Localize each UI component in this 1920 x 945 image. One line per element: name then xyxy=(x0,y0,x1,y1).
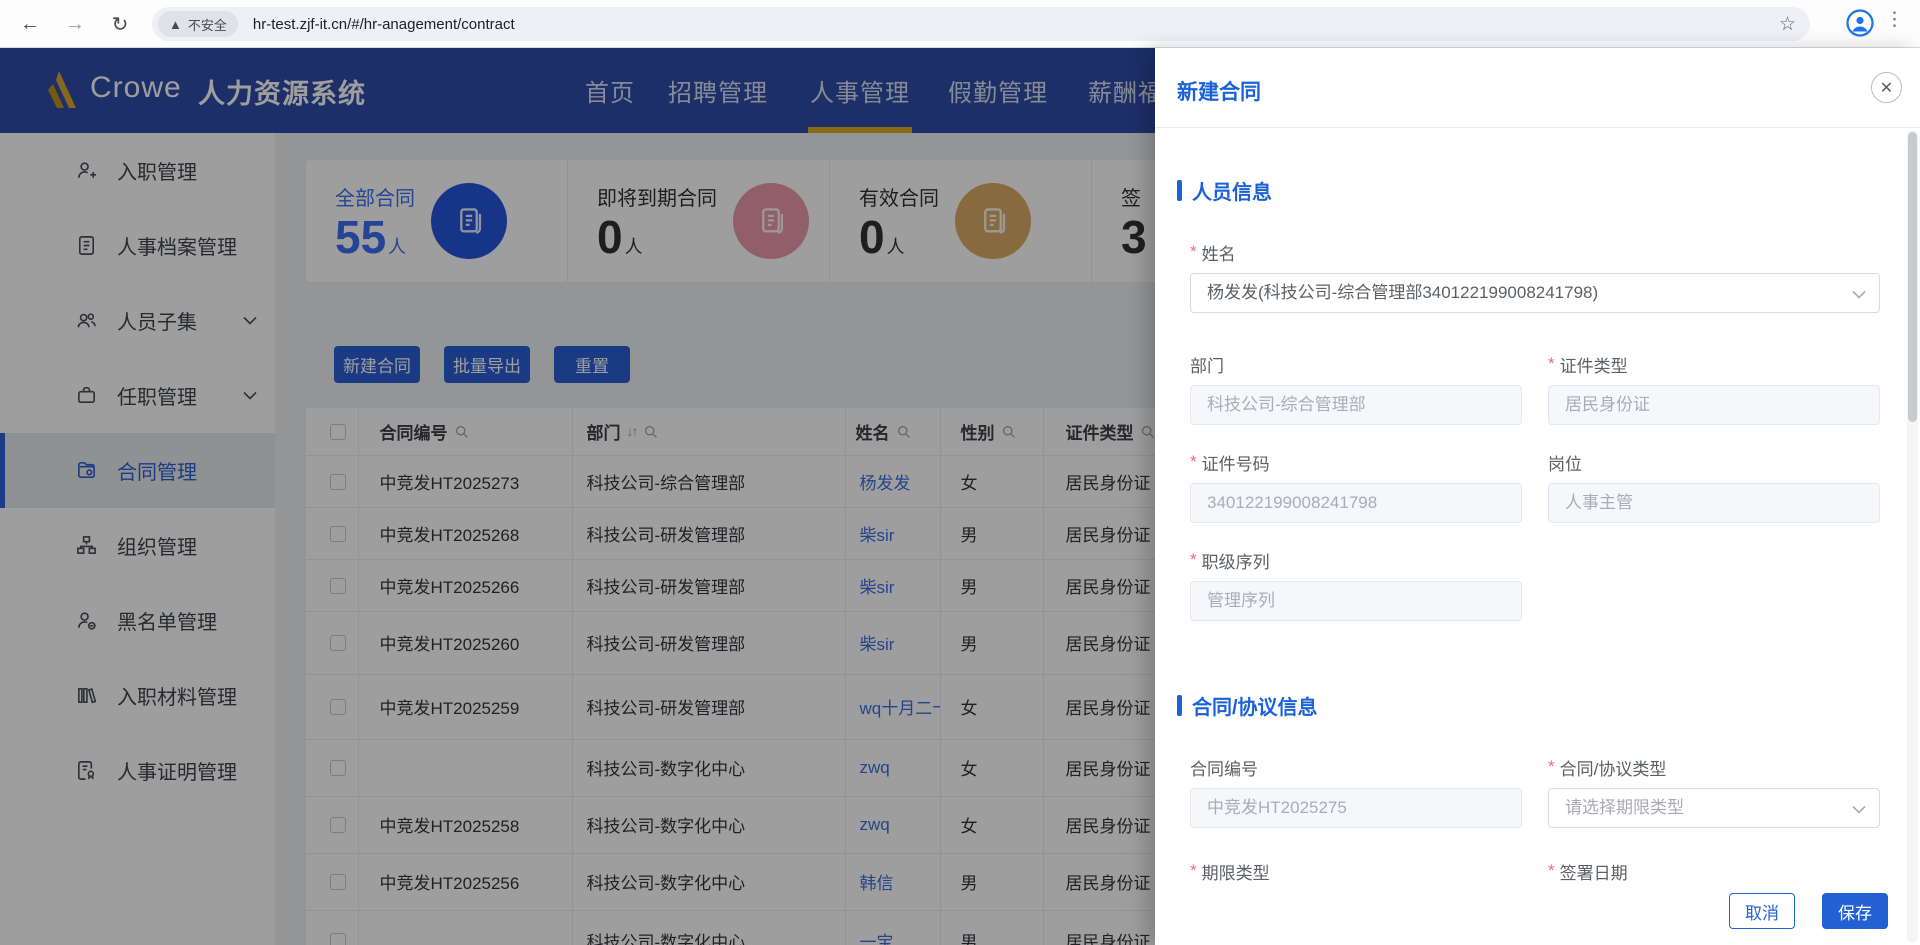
cancel-button[interactable]: 取消 xyxy=(1729,893,1795,929)
browser-reload-icon[interactable]: ↻ xyxy=(105,9,135,39)
drawer-title: 新建合同 xyxy=(1177,81,1261,104)
position-label: 岗位 xyxy=(1548,454,1582,474)
id-type-input: 居民身份证 xyxy=(1548,385,1880,425)
contract-type-label: * 合同/协议类型 xyxy=(1548,757,1667,779)
department-label: 部门 xyxy=(1190,356,1224,376)
close-icon[interactable]: ✕ xyxy=(1871,72,1902,103)
drawer-header: 新建合同 ✕ xyxy=(1155,48,1920,128)
contract-no-input: 中竞发HT2025275 xyxy=(1190,788,1522,828)
browser-forward-icon[interactable]: → xyxy=(60,9,90,39)
id-type-label: * 证件类型 xyxy=(1548,354,1628,376)
name-select[interactable]: 杨发发(科技公司-综合管理部340122199008241798) xyxy=(1190,273,1880,313)
scrollbar-thumb[interactable] xyxy=(1908,132,1917,422)
contract-type-select[interactable]: 请选择期限类型 xyxy=(1548,788,1880,828)
browser-back-icon[interactable]: ← xyxy=(15,9,45,39)
bookmark-star-icon[interactable]: ☆ xyxy=(1779,13,1796,36)
position-input: 人事主管 xyxy=(1548,483,1880,523)
browser-chrome: ← → ↻ ▲ 不安全 hr-test.zjf-it.cn/#/hr-anage… xyxy=(0,0,1920,48)
id-number-input: 340122199008241798 xyxy=(1190,483,1522,523)
rank-sequence-input: 管理序列 xyxy=(1190,581,1522,621)
drawer-scrollbar[interactable] xyxy=(1907,130,1918,943)
screen: ← → ↻ ▲ 不安全 hr-test.zjf-it.cn/#/hr-anage… xyxy=(0,0,1920,945)
name-label: * 姓名 xyxy=(1190,242,1236,264)
chevron-down-icon xyxy=(1852,805,1866,814)
new-contract-drawer: 新建合同 ✕ 人员信息 * 姓名 杨发发(科技公司-综合管理部340122199… xyxy=(1155,48,1920,945)
chevron-down-icon xyxy=(1852,290,1866,299)
id-number-label: * 证件号码 xyxy=(1190,452,1270,474)
term-type-label: * 期限类型 xyxy=(1190,861,1270,883)
section-contract-info: 合同/协议信息 xyxy=(1177,691,1880,720)
contract-no-label: 合同编号 xyxy=(1190,759,1258,779)
url-text: hr-test.zjf-it.cn/#/hr-anagement/contrac… xyxy=(252,15,515,33)
security-warning-label: 不安全 xyxy=(187,17,227,33)
warning-icon: ▲ xyxy=(169,16,182,32)
security-warning-chip[interactable]: ▲ 不安全 xyxy=(158,11,238,37)
profile-avatar-icon[interactable] xyxy=(1846,9,1874,42)
sign-date-label: * 签署日期 xyxy=(1548,861,1628,883)
section-person-info: 人员信息 xyxy=(1177,176,1880,205)
rank-sequence-label: * 职级序列 xyxy=(1190,550,1270,572)
save-button[interactable]: 保存 xyxy=(1822,893,1888,929)
drawer-body: 人员信息 * 姓名 杨发发(科技公司-综合管理部3401221990082417… xyxy=(1155,128,1920,945)
drawer-footer: 取消 保存 xyxy=(1729,893,1888,929)
browser-menu-icon[interactable]: ⋮ xyxy=(1885,8,1904,31)
address-bar[interactable]: ▲ 不安全 hr-test.zjf-it.cn/#/hr-anagement/c… xyxy=(152,7,1810,41)
department-input: 科技公司-综合管理部 xyxy=(1190,385,1522,425)
page: Crowe 人力资源系统 首页 招聘管理 人事管理 假勤管理 薪酬福 入职管理 … xyxy=(0,48,1920,945)
